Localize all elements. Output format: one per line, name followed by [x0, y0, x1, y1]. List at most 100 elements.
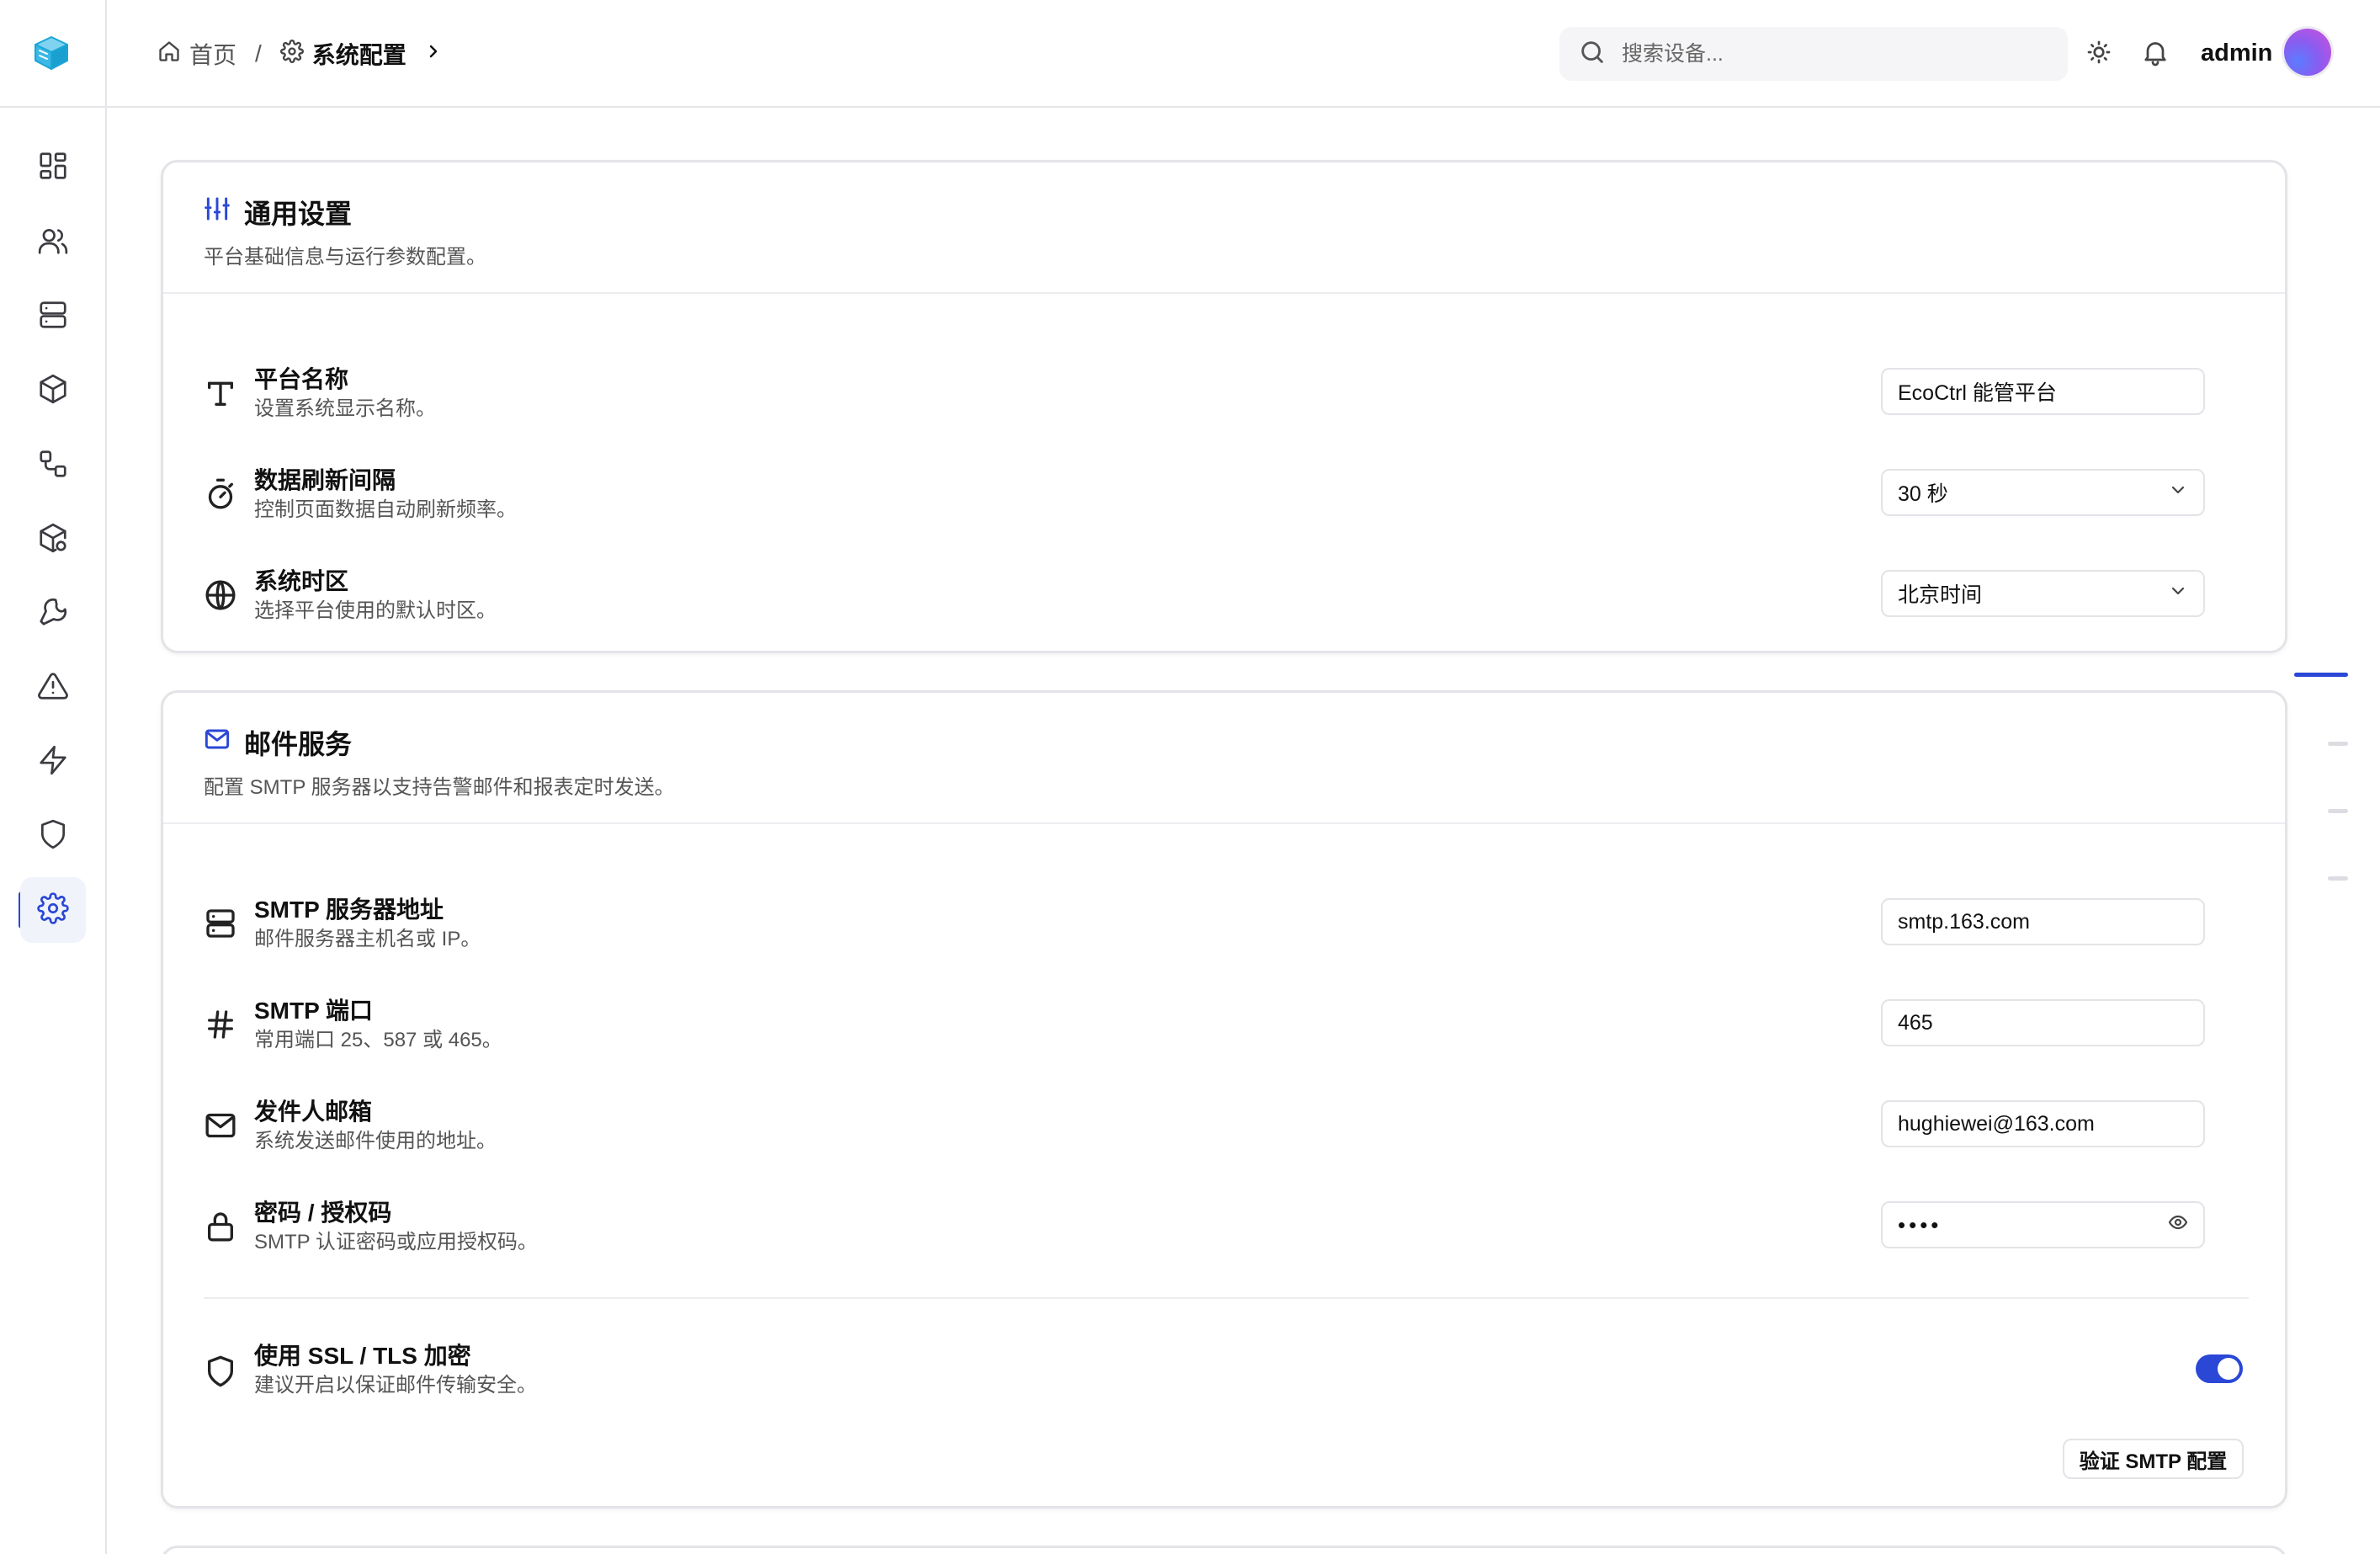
select-value: 30 秒	[1898, 482, 1948, 506]
sidebar-divider	[0, 106, 107, 108]
search-input[interactable]	[1622, 41, 2026, 67]
shield-icon	[204, 1354, 237, 1388]
box-settings-icon	[37, 522, 69, 558]
avatar[interactable]	[2284, 29, 2331, 76]
section-divider	[204, 1297, 2249, 1299]
gear-icon	[37, 891, 69, 929]
breadcrumb-home-label: 首页	[189, 42, 237, 68]
notifications-button[interactable]	[2140, 37, 2170, 67]
section-anchor-active[interactable]	[2294, 673, 2348, 677]
password-input[interactable]: ••••	[1881, 1201, 2205, 1248]
card-title-label: 邮件服务	[244, 729, 353, 759]
sidebar-item-dashboard[interactable]	[20, 135, 86, 200]
setting-label: 密码 / 授权码	[254, 1200, 392, 1226]
sidebar-item-devices[interactable]	[20, 358, 86, 423]
card-header: 邮件服务 配置 SMTP 服务器以支持告警邮件和报表定时发送。	[163, 693, 2285, 824]
breadcrumb-separator: /	[255, 40, 262, 67]
lock-icon	[204, 1210, 237, 1243]
ssl-toggle[interactable]	[2196, 1354, 2243, 1383]
setting-help: 常用端口 25、587 或 465。	[254, 1029, 502, 1051]
setting-help: 控制页面数据自动刷新频率。	[254, 498, 517, 521]
sidebar-item-alarms[interactable]	[20, 655, 86, 721]
breadcrumb: 首页 / 系统配置	[157, 34, 444, 74]
search-icon	[1578, 38, 1607, 71]
sidebar-item-energy[interactable]	[20, 729, 86, 795]
smtp-host-input[interactable]: smtp.163.com	[1881, 898, 2205, 945]
sidebar-item-workflow[interactable]	[20, 433, 86, 498]
card-title-label: 通用设置	[244, 199, 353, 229]
card-title: 通用设置	[204, 193, 352, 232]
breadcrumb-current-label: 系统配置	[311, 42, 406, 68]
breadcrumb-current[interactable]: 系统配置	[279, 37, 444, 71]
breadcrumb-home[interactable]: 首页	[157, 37, 236, 71]
users-icon	[37, 225, 69, 261]
platform-name-input[interactable]: EcoCtrl 能管平台	[1881, 368, 2205, 415]
type-icon	[204, 376, 237, 410]
sidebar-item-servers[interactable]	[20, 284, 86, 349]
sidebar-item-security[interactable]	[20, 803, 86, 869]
password-value: ••••	[1898, 1211, 1942, 1237]
verify-smtp-button[interactable]: 验证 SMTP 配置	[2063, 1439, 2244, 1479]
setting-label: 系统时区	[254, 568, 349, 594]
setting-label: SMTP 端口	[254, 998, 374, 1024]
workflow-icon	[37, 448, 69, 484]
chevron-down-icon	[2168, 480, 2188, 506]
setting-help: 选择平台使用的默认时区。	[254, 599, 497, 622]
setting-label: 平台名称	[254, 366, 349, 392]
general-settings-card: 通用设置 平台基础信息与运行参数配置。 平台名称 设置系统显示名称。 EcoCt…	[161, 160, 2287, 653]
hash-icon	[204, 1008, 237, 1041]
box-icon	[37, 373, 69, 409]
setting-label: 发件人邮箱	[254, 1099, 373, 1125]
timer-icon	[204, 477, 237, 511]
timezone-select[interactable]: 北京时间	[1881, 570, 2205, 617]
setting-row-ssl: 使用 SSL / TLS 加密 建议开启以保证邮件传输安全。	[204, 1341, 2249, 1408]
zap-icon	[37, 744, 69, 780]
sidebar-item-users[interactable]	[20, 210, 86, 275]
setting-help: 建议开启以保证邮件传输安全。	[254, 1374, 537, 1397]
sender-email-input[interactable]: hughiewei@163.com	[1881, 1100, 2205, 1147]
sun-icon	[2084, 40, 2114, 71]
setting-help: SMTP 认证密码或应用授权码。	[254, 1231, 538, 1253]
grid-icon	[37, 150, 69, 186]
mail-icon	[204, 1109, 237, 1142]
next-settings-card	[161, 1546, 2287, 1554]
wrench-icon	[37, 596, 69, 632]
sidebar-item-packages[interactable]	[20, 507, 86, 572]
chevron-right-icon	[415, 40, 444, 67]
sliders-icon	[204, 195, 231, 229]
section-anchor[interactable]	[2328, 876, 2348, 881]
user-name[interactable]: admin	[2201, 37, 2272, 69]
server-icon	[37, 299, 69, 335]
mail-icon	[204, 726, 231, 759]
setting-help: 邮件服务器主机名或 IP。	[254, 928, 481, 950]
setting-label: SMTP 服务器地址	[254, 897, 444, 923]
smtp-port-input[interactable]: 465	[1881, 999, 2205, 1046]
setting-help: 设置系统显示名称。	[254, 397, 436, 420]
card-header: 通用设置 平台基础信息与运行参数配置。	[163, 162, 2285, 294]
setting-help: 系统发送邮件使用的地址。	[254, 1130, 497, 1152]
refresh-interval-select[interactable]: 30 秒	[1881, 469, 2205, 516]
select-value: 北京时间	[1898, 583, 1983, 607]
toggle-knob	[2218, 1358, 2239, 1380]
section-anchor[interactable]	[2328, 742, 2348, 746]
theme-toggle-button[interactable]	[2084, 37, 2114, 67]
eye-icon[interactable]	[2168, 1212, 2188, 1238]
setting-label: 数据刷新间隔	[254, 467, 396, 493]
mail-service-card: 邮件服务 配置 SMTP 服务器以支持告警邮件和报表定时发送。 SMTP 服务器…	[161, 690, 2287, 1509]
section-anchor[interactable]	[2328, 809, 2348, 813]
setting-label: 使用 SSL / TLS 加密	[254, 1343, 471, 1369]
search-box[interactable]	[1559, 27, 2068, 81]
top-header: 首页 / 系统配置 admin	[107, 0, 2380, 108]
server-icon	[204, 907, 237, 940]
card-description: 平台基础信息与运行参数配置。	[204, 246, 486, 269]
logo-icon[interactable]	[30, 32, 72, 74]
sidebar-item-maintenance[interactable]	[20, 581, 86, 647]
sidebar	[0, 0, 107, 1554]
card-description: 配置 SMTP 服务器以支持告警邮件和报表定时发送。	[204, 776, 675, 799]
card-title: 邮件服务	[204, 723, 352, 762]
alert-triangle-icon	[37, 670, 69, 706]
chevron-down-icon	[2168, 581, 2188, 607]
sidebar-item-settings[interactable]	[20, 877, 86, 943]
home-icon	[157, 40, 181, 69]
globe-icon	[204, 578, 237, 612]
